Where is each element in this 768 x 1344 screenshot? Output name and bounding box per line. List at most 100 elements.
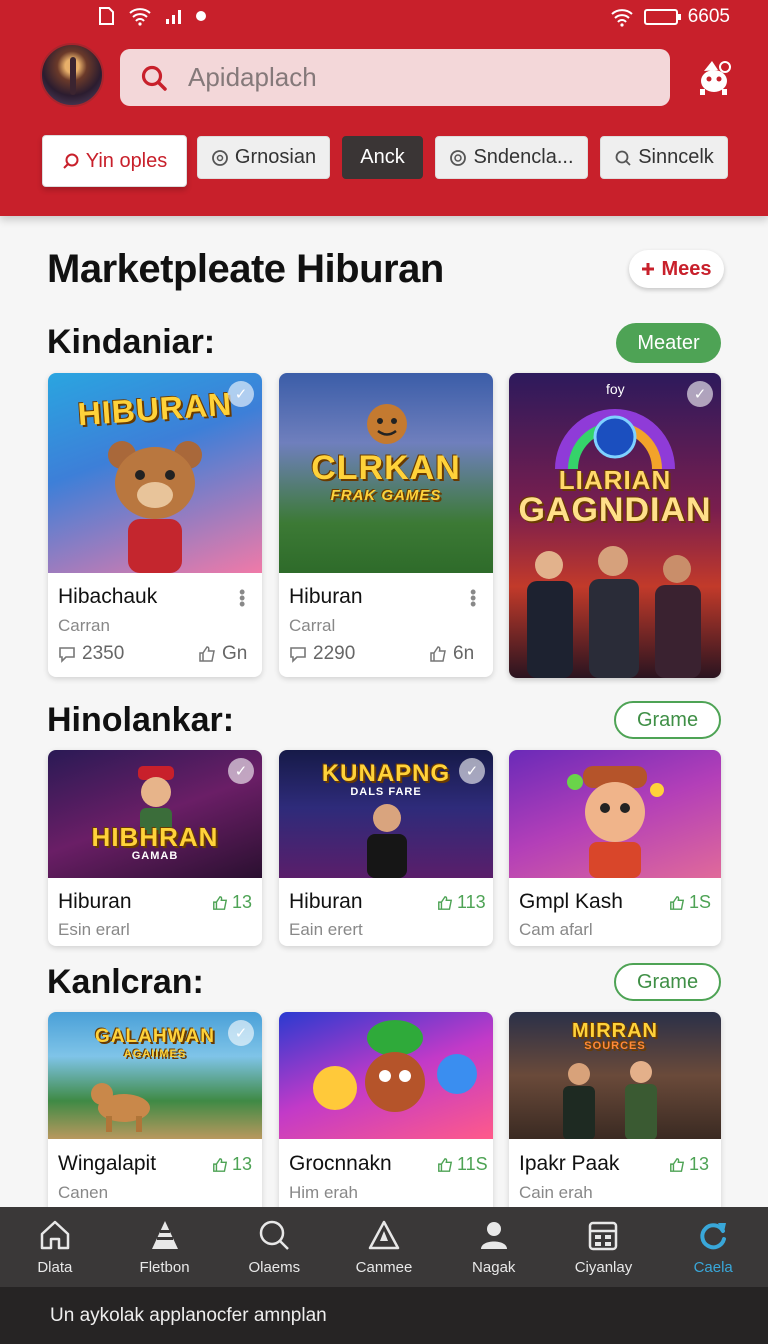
- search-icon: [615, 150, 631, 166]
- check-icon[interactable]: ✓: [228, 381, 254, 407]
- character-icon: [367, 404, 407, 444]
- poster-subtitle: GAGNDIAN: [518, 491, 712, 529]
- nav-label: Dlata: [37, 1258, 73, 1276]
- status-icons-right: 6605: [610, 6, 730, 28]
- chip-sinncelk[interactable]: Sinncelk: [600, 136, 728, 179]
- thumbnail-subtitle: AGAIIMES: [123, 1048, 187, 1060]
- like-count-value: 13: [689, 1154, 710, 1174]
- cone-icon: [151, 1220, 178, 1249]
- chip-yin-oples[interactable]: Yin oples: [42, 135, 187, 187]
- like-count[interactable]: 113: [437, 892, 486, 913]
- like-count[interactable]: 13: [212, 1154, 252, 1175]
- featured-poster[interactable]: foy LIARIAN GAGNDIAN ✓: [509, 373, 721, 678]
- more-label: Mees: [661, 257, 712, 280]
- game-card[interactable]: Grocnnakn 11S Him erah: [279, 1012, 493, 1222]
- card-title: Hibachauk: [58, 585, 158, 608]
- thumbs-up-icon: [670, 895, 685, 910]
- people-silhouette-icon: [563, 1061, 657, 1139]
- comment-icon: [290, 647, 306, 663]
- footer-text: Un aykolak applanocfer amnplan: [0, 1287, 768, 1344]
- check-icon[interactable]: ✓: [687, 381, 713, 407]
- nav-label: Olaems: [248, 1258, 301, 1276]
- bottom-navigation: Dlata Fletbon Olaems Canmee Nagak Ciyanl…: [0, 1207, 768, 1287]
- view-count-value: 2290: [313, 643, 356, 664]
- thumbnail-subtitle: SOURCES: [584, 1040, 646, 1052]
- chip-anck[interactable]: Anck: [342, 136, 423, 179]
- person-icon: [367, 804, 407, 878]
- check-icon[interactable]: ✓: [228, 758, 254, 784]
- nav-item-ciyanlay[interactable]: Ciyanlay: [549, 1207, 659, 1287]
- like-count[interactable]: Gn: [198, 643, 247, 665]
- nav-item-olaems[interactable]: Olaems: [219, 1207, 329, 1287]
- notification-dot-icon: [196, 11, 206, 21]
- game-thumbnail: [279, 1012, 493, 1139]
- like-count[interactable]: 1S: [669, 892, 711, 913]
- card-title: Grocnnakn: [289, 1152, 392, 1175]
- card-subtitle: Him erah: [289, 1183, 358, 1202]
- thumbnail-subtitle: GAMAB: [131, 850, 179, 862]
- thumbs-up-icon: [670, 1157, 685, 1172]
- calendar-icon: [589, 1221, 618, 1250]
- more-button[interactable]: Mees: [629, 250, 724, 288]
- cartoon-character-icon: [567, 766, 664, 878]
- game-thumbnail: CLRKAN FRAK GAMES: [279, 373, 493, 573]
- mascot-icon[interactable]: [692, 55, 736, 99]
- wifi-icon: [129, 8, 151, 26]
- nav-item-dlata[interactable]: Dlata: [0, 1207, 110, 1287]
- game-card[interactable]: GALAHWAN AGAIIMES ✓ Wingalapit 13 Canen: [48, 1012, 262, 1222]
- section-action-button[interactable]: Meater: [616, 323, 721, 363]
- view-count: 2290: [289, 643, 355, 665]
- like-count[interactable]: 13: [212, 892, 252, 913]
- game-thumbnail: MIRRAN SOURCES: [509, 1012, 721, 1139]
- section-action-button[interactable]: Grame: [614, 701, 721, 739]
- game-card[interactable]: MIRRAN SOURCES Ipakr Paak 13 Cain erah: [509, 1012, 721, 1222]
- dog-icon: [91, 1083, 150, 1132]
- thumbs-up-icon: [430, 646, 446, 662]
- thumbs-up-icon: [438, 1157, 453, 1172]
- nav-item-caela[interactable]: Caela: [658, 1207, 768, 1287]
- thumbs-up-icon: [213, 895, 228, 910]
- game-thumbnail: [509, 750, 721, 878]
- game-thumbnail: GALAHWAN AGAIIMES ✓: [48, 1012, 262, 1139]
- like-count-value: 13: [232, 892, 253, 912]
- search-input[interactable]: [188, 62, 608, 93]
- like-count[interactable]: 11S: [437, 1154, 488, 1175]
- game-card[interactable]: Gmpl Kash 1S Cam afarl: [509, 750, 721, 946]
- nav-item-nagak[interactable]: Nagak: [439, 1207, 549, 1287]
- game-card[interactable]: HIBURAN ✓ Hibachauk • • • Carran 2350 Gn: [48, 373, 262, 677]
- section-title: Kindaniar:: [47, 323, 216, 361]
- thumbnail-subtitle: DALS FARE: [350, 786, 422, 798]
- card-subtitle: Cain erah: [519, 1183, 593, 1202]
- search-icon: [141, 65, 167, 91]
- view-count: 2350: [58, 643, 124, 665]
- nav-label: Canmee: [355, 1258, 413, 1276]
- emoji-characters-icon: [313, 1020, 477, 1112]
- search-bar[interactable]: [120, 49, 670, 106]
- like-count-value: 1S: [689, 892, 712, 912]
- check-icon[interactable]: ✓: [459, 758, 485, 784]
- game-card[interactable]: KUNAPNG DALS FARE ✓ Hiburan 113 Eain ere…: [279, 750, 493, 946]
- status-icons-left: [96, 6, 206, 26]
- card-title: Hiburan: [289, 585, 363, 608]
- nav-item-fletbon[interactable]: Fletbon: [110, 1207, 220, 1287]
- check-icon[interactable]: ✓: [228, 1020, 254, 1046]
- avatar[interactable]: [40, 43, 104, 107]
- like-count-value: 113: [457, 892, 486, 912]
- chip-sndencla[interactable]: Sndencla...: [435, 136, 588, 179]
- chat-icon: [212, 149, 228, 166]
- more-options-icon[interactable]: • • •: [470, 583, 476, 613]
- game-thumbnail: HIBHRAN GAMAB ✓: [48, 750, 262, 878]
- chip-grnosian[interactable]: Grnosian: [197, 136, 330, 179]
- like-count[interactable]: 13: [669, 1154, 709, 1175]
- nav-item-canmee[interactable]: Canmee: [329, 1207, 439, 1287]
- thumbs-up-icon: [438, 895, 453, 910]
- game-card[interactable]: CLRKAN FRAK GAMES Hiburan • • • Carral 229…: [279, 373, 493, 677]
- like-count[interactable]: 6n: [429, 643, 474, 665]
- game-card[interactable]: HIBHRAN GAMAB ✓ Hiburan 13 Esin erarl: [48, 750, 262, 946]
- card-subtitle: Cam afarl: [519, 920, 593, 939]
- signal-icon: [166, 10, 181, 24]
- like-count-value: 6n: [453, 643, 475, 664]
- like-count-value: 11S: [457, 1154, 488, 1174]
- more-options-icon[interactable]: • • •: [239, 583, 245, 613]
- section-action-button[interactable]: Grame: [614, 963, 721, 1001]
